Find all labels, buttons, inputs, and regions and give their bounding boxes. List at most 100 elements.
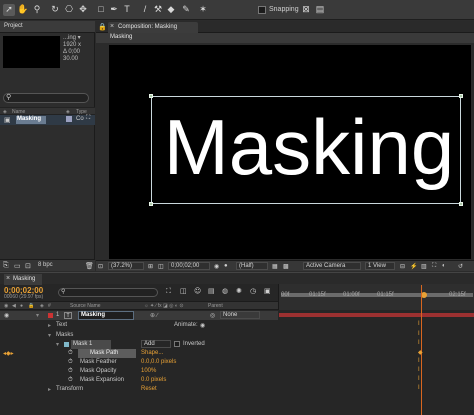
mask-mode-dropdown[interactable]: Add: [141, 340, 171, 348]
zoom-tool-icon[interactable]: ⚲: [31, 4, 43, 16]
keyframe-icon[interactable]: I: [418, 340, 420, 346]
tab-composition[interactable]: × Composition: Masking: [108, 22, 198, 33]
property-row[interactable]: ⏱ Mask Feather 0.0,0.0 pixels: [0, 358, 278, 367]
layer-duration-bar[interactable]: [279, 313, 474, 317]
twirl-open-icon[interactable]: ▾: [36, 312, 39, 319]
motion-blur-icon[interactable]: ◍: [222, 288, 228, 295]
keyframe-icon[interactable]: ◆: [418, 349, 423, 356]
always-preview-icon[interactable]: ⊡: [98, 263, 103, 270]
snap-options-icon[interactable]: ⊠: [300, 4, 312, 16]
hand-tool-icon[interactable]: ✋: [17, 4, 29, 16]
breadcrumb-item[interactable]: Masking: [110, 34, 132, 40]
inverted-checkbox[interactable]: [174, 341, 180, 347]
zoom-dropdown[interactable]: (37.2%): [108, 262, 144, 270]
current-time-display[interactable]: 0;00;02;00: [168, 262, 210, 270]
mask-vertex-handle[interactable]: [149, 94, 153, 98]
exposure-icon[interactable]: ◐: [442, 263, 446, 269]
mask-visibility-icon[interactable]: ◫: [158, 263, 164, 270]
source-name-column[interactable]: Source Name: [70, 303, 101, 309]
mask-color-swatch[interactable]: [64, 342, 69, 347]
layer-number-column[interactable]: #: [48, 303, 51, 309]
interpret-footage-icon[interactable]: ⎘: [3, 262, 9, 270]
animate-add-icon[interactable]: ◉: [200, 322, 205, 329]
keyframe-icon[interactable]: I: [418, 385, 420, 391]
trash-icon[interactable]: 🗑: [85, 262, 94, 270]
mask-path-outline[interactable]: [149, 94, 463, 206]
graph-editor-icon[interactable]: ▣: [264, 288, 271, 295]
mask-name[interactable]: Mask 1: [71, 340, 111, 349]
time-ruler[interactable]: 00f 01:15f 01:00f 01:15f 02:15f: [278, 284, 474, 310]
roto-brush-tool-icon[interactable]: ✎: [180, 4, 192, 16]
close-icon[interactable]: ×: [110, 23, 114, 30]
audio-icon[interactable]: ◀: [12, 303, 16, 309]
layer-name[interactable]: Masking: [78, 311, 134, 320]
flowchart-icon[interactable]: ⛶: [432, 263, 436, 270]
pen-tool-icon[interactable]: ✒: [108, 4, 120, 16]
lock-icon[interactable]: 🔒: [28, 303, 34, 309]
twirl-closed-icon[interactable]: ▸: [48, 322, 51, 329]
transparency-grid-icon[interactable]: ▩: [283, 263, 289, 270]
snapshot-icon[interactable]: ◉: [214, 263, 219, 270]
property-row[interactable]: ⏱ Mask Expansion 0.0 pixels: [0, 376, 278, 385]
composition-viewer[interactable]: Masking: [109, 45, 471, 259]
twirl-open-icon[interactable]: ▾: [48, 332, 51, 339]
fast-preview-icon[interactable]: ⚡: [410, 263, 417, 270]
stopwatch-icon[interactable]: ⏱: [68, 350, 73, 357]
bpc-button[interactable]: 8 bpc: [38, 262, 53, 268]
snap-feature-icon[interactable]: ▤: [314, 4, 326, 16]
eye-icon[interactable]: ◉: [4, 312, 9, 319]
resolution-dropdown[interactable]: (Half): [236, 262, 268, 270]
keyframe-icon[interactable]: I: [418, 367, 420, 373]
puppet-tool-icon[interactable]: ✶: [197, 4, 209, 16]
mask-row[interactable]: ▾ Mask 1 Add Inverted: [0, 340, 278, 349]
keyframe-icon[interactable]: I: [418, 376, 420, 382]
mask-vertex-handle[interactable]: [459, 94, 463, 98]
camera-tool-icon[interactable]: ⎔: [63, 4, 75, 16]
stopwatch-icon[interactable]: ⏱: [68, 359, 73, 366]
property-value[interactable]: Shape...: [141, 350, 163, 356]
rectangle-tool-icon[interactable]: □: [95, 4, 107, 16]
project-item-row[interactable]: ▣ Masking Co ⛶: [0, 115, 95, 125]
layer-switches[interactable]: ⊕ ∕: [150, 312, 158, 319]
property-row[interactable]: ◂◆▸ ⏱ Mask Path Shape...: [0, 349, 278, 358]
keyframe-icon[interactable]: I: [418, 358, 420, 364]
selection-tool-icon[interactable]: ➚: [3, 4, 15, 16]
eraser-tool-icon[interactable]: ◆: [165, 4, 177, 16]
color-channel-icon[interactable]: ●: [224, 263, 228, 269]
rotate-tool-icon[interactable]: ↻: [49, 4, 61, 16]
twirl-open-icon[interactable]: ▾: [56, 341, 59, 348]
region-of-interest-icon[interactable]: ▦: [272, 263, 278, 270]
project-tab[interactable]: Project: [0, 21, 95, 33]
view-layout-dropdown[interactable]: 1 View: [365, 262, 395, 270]
property-group-row[interactable]: ▾ Masks: [0, 331, 278, 340]
brush-tool-icon[interactable]: /: [139, 4, 151, 16]
twirl-closed-icon[interactable]: ▸: [48, 386, 51, 393]
type-tool-icon[interactable]: T: [121, 4, 133, 16]
parent-dropdown[interactable]: None: [220, 311, 260, 319]
keyframe-icon[interactable]: I: [418, 321, 420, 327]
lock-icon[interactable]: 🔒: [98, 23, 107, 31]
camera-dropdown[interactable]: Active Camera: [303, 262, 361, 270]
brainstorm-icon[interactable]: ✺: [236, 288, 242, 295]
close-icon[interactable]: ×: [6, 275, 10, 282]
layer-row[interactable]: ◉ ▾ 1 T Masking ⊕ ∕ ◎ None: [0, 311, 278, 320]
project-search-input[interactable]: ⚲: [3, 93, 89, 103]
toggle-pixel-aspect-icon[interactable]: ⊟: [400, 263, 405, 270]
parent-column[interactable]: Parent: [208, 303, 223, 309]
frame-blending-icon[interactable]: ▤: [208, 288, 215, 295]
grid-icon[interactable]: ⊞: [148, 263, 153, 270]
snapping-checkbox[interactable]: [258, 6, 266, 14]
pan-behind-tool-icon[interactable]: ✥: [77, 4, 89, 16]
timeline-search-input[interactable]: ⚲: [58, 288, 158, 297]
new-composition-icon[interactable]: ⊡: [25, 262, 31, 270]
pickwhip-icon[interactable]: ◎: [210, 312, 215, 319]
solo-icon[interactable]: ●: [20, 303, 23, 309]
transform-reset-link[interactable]: Reset: [141, 386, 157, 392]
auto-keyframe-icon[interactable]: ◷: [250, 288, 256, 295]
label-color-swatch[interactable]: [48, 313, 53, 318]
tab-timeline[interactable]: × Masking: [4, 274, 42, 285]
draft-3d-icon[interactable]: ◫: [180, 288, 187, 295]
timeline-icon[interactable]: ▥: [421, 263, 427, 270]
property-value[interactable]: 100%: [141, 368, 156, 374]
property-row[interactable]: ⏱ Mask Opacity 100%: [0, 367, 278, 376]
